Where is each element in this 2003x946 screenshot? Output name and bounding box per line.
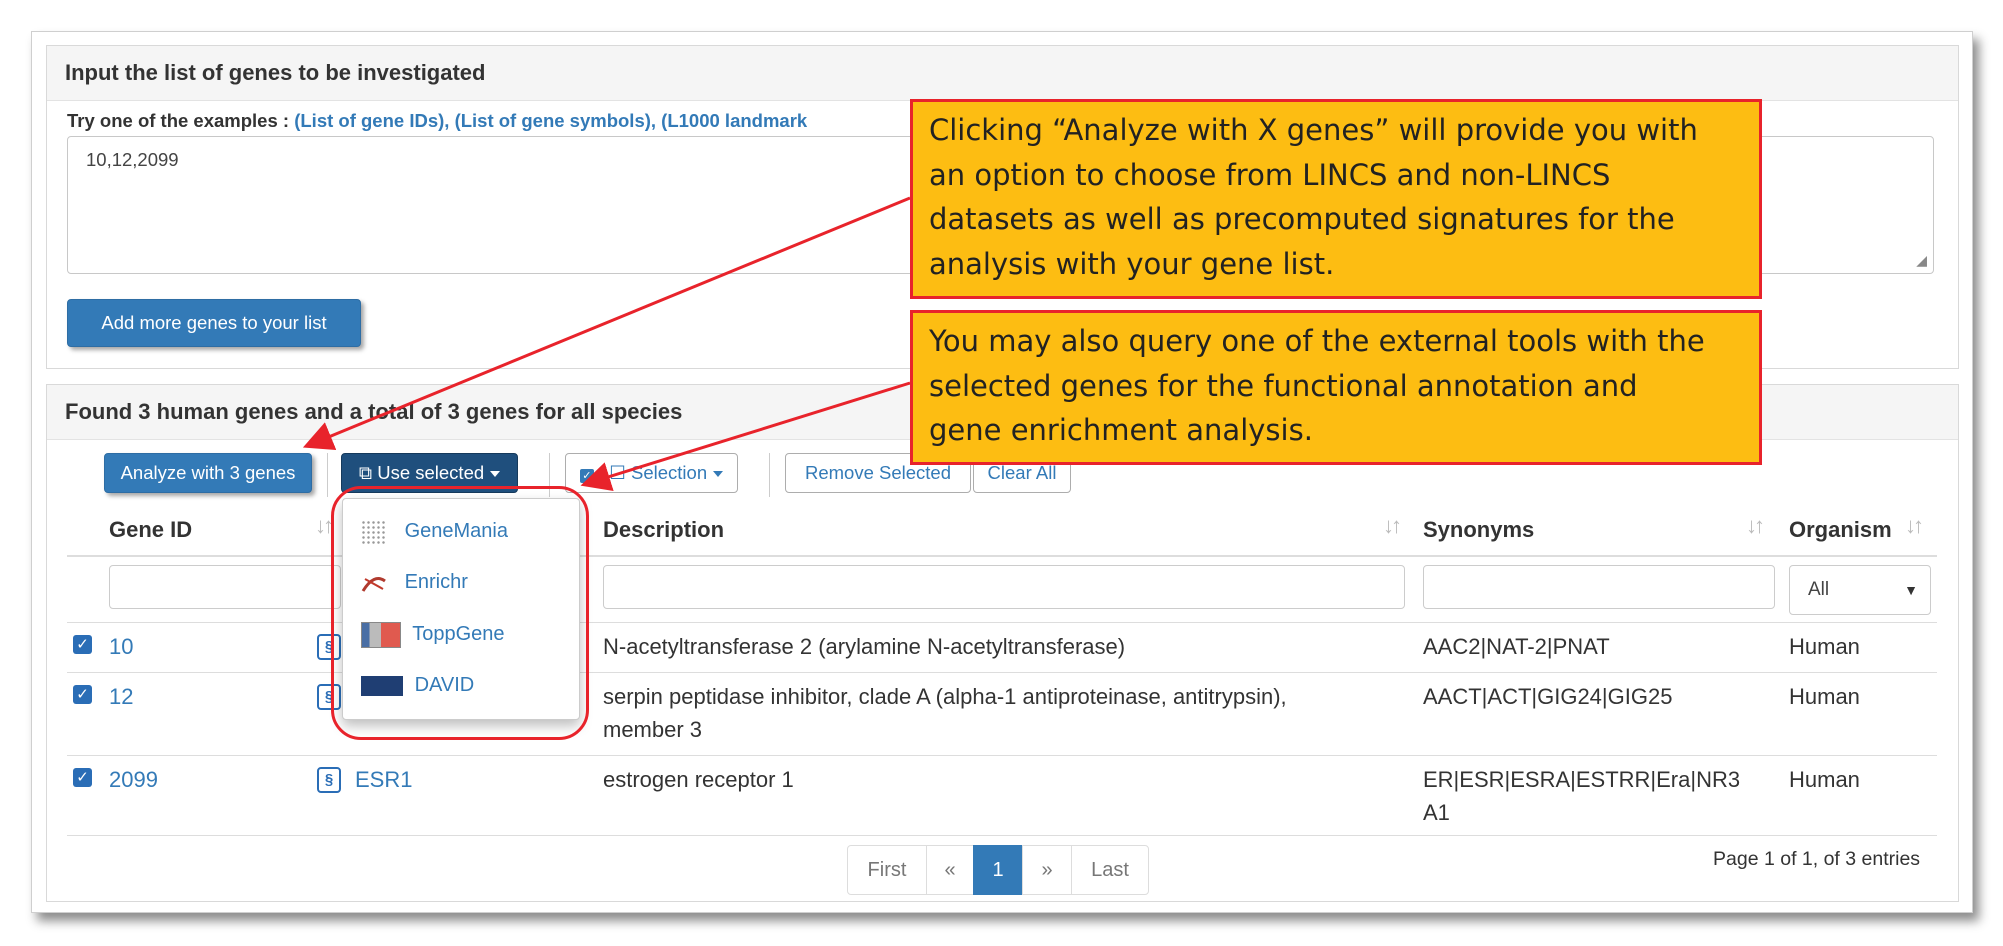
external-tools-callout: You may also query one of the external t… <box>910 310 1762 465</box>
callout-line: You may also query one of the external t… <box>929 324 1705 358</box>
callout-line: an option to choose from LINCS and non-L… <box>929 157 1611 192</box>
callout-line: Clicking “Analyze with X genes” will pro… <box>929 113 1698 147</box>
arrow-to-use-selected <box>580 381 911 491</box>
callout-line: gene enrichment analysis. <box>929 413 1313 447</box>
callout-line: datasets as well as precomputed signatur… <box>929 202 1675 236</box>
callout-line: analysis with your gene list. <box>929 246 1335 281</box>
callout-line: selected genes for the functional annota… <box>929 368 1638 403</box>
arrow-to-analyze <box>302 196 911 451</box>
analyze-callout: Clicking “Analyze with X genes” will pro… <box>910 99 1762 299</box>
